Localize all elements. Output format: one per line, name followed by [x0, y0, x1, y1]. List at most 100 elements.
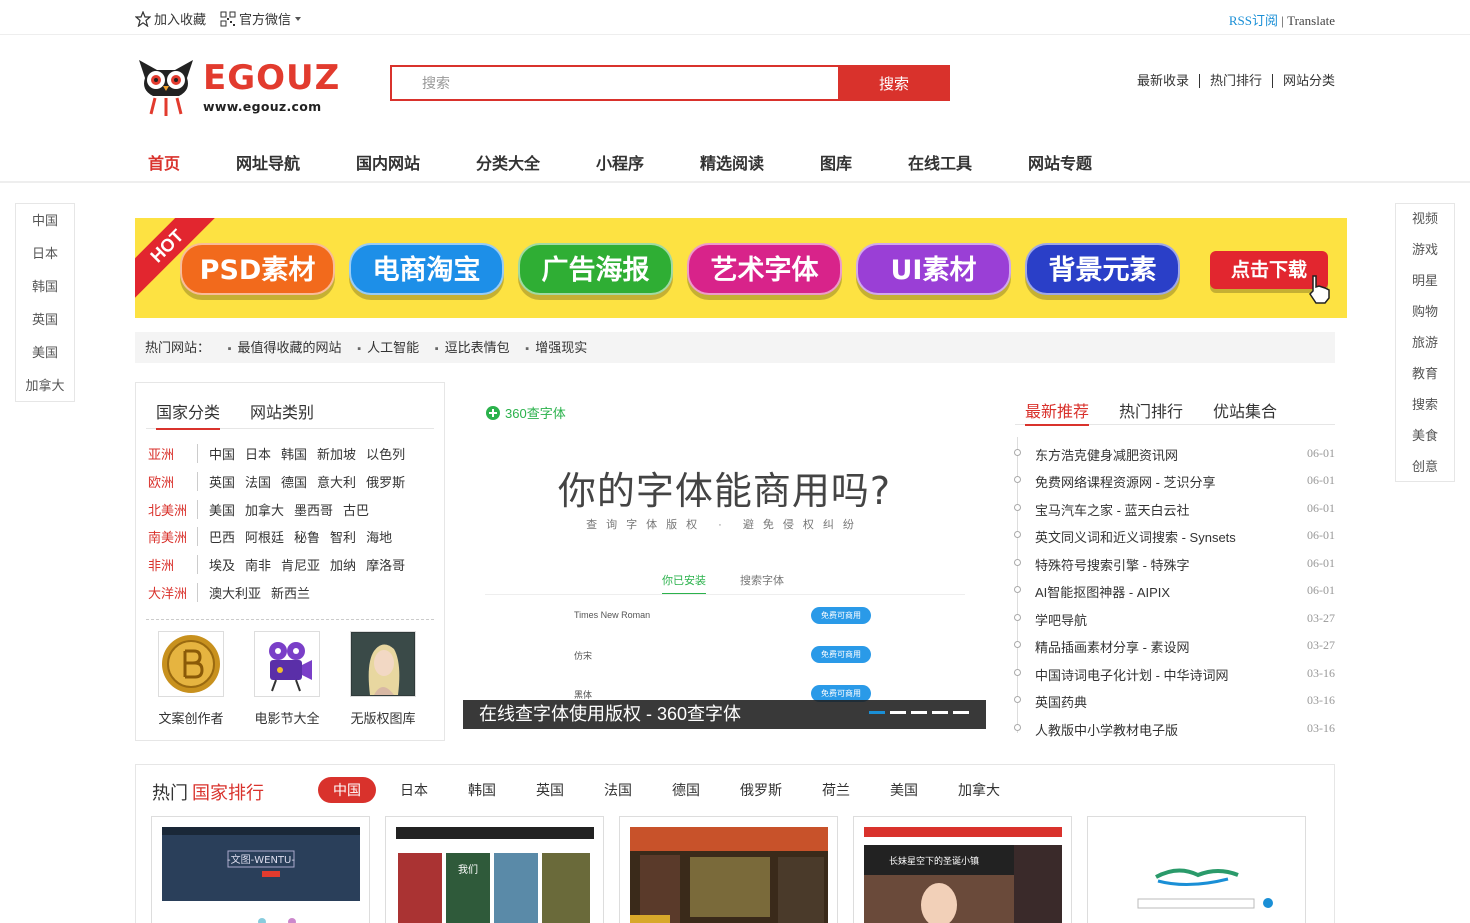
country-link[interactable]: 韩国	[281, 444, 307, 463]
country-link[interactable]: 巴西	[209, 527, 235, 546]
country-link[interactable]: 德国	[281, 472, 307, 491]
nav-tools[interactable]: 在线工具	[908, 150, 972, 174]
country-link[interactable]: 法国	[245, 472, 271, 491]
tab-site-type[interactable]: 网站类别	[250, 399, 314, 430]
side-item-video[interactable]: 视频	[1396, 211, 1454, 242]
recommend-item[interactable]: 学吧导航 03-27	[1014, 609, 1335, 629]
side-item-games[interactable]: 游戏	[1396, 242, 1454, 273]
thumb-film-festival[interactable]: 电影节大全	[252, 631, 322, 727]
hot-site-link[interactable]: 逗比表情包	[445, 340, 510, 355]
tab-country[interactable]: 国家分类	[156, 399, 221, 430]
continent-link[interactable]: 大洋洲	[148, 582, 198, 602]
nav-home[interactable]: 首页	[148, 150, 180, 174]
tab-collection[interactable]: 优站集合	[1213, 398, 1277, 426]
site-card[interactable]: -文图-WENTU-	[151, 816, 370, 923]
slider-dot[interactable]	[911, 711, 927, 714]
banner-pill-ecommerce[interactable]: 电商淘宝	[349, 243, 504, 295]
side-item-search[interactable]: 搜索	[1396, 397, 1454, 428]
country-link[interactable]: 俄罗斯	[366, 472, 405, 491]
nav-directory[interactable]: 网址导航	[236, 150, 300, 174]
side-item-education[interactable]: 教育	[1396, 366, 1454, 397]
side-item-uk[interactable]: 英国	[16, 311, 74, 344]
recommend-title[interactable]: 人教版中小学教材电子版	[1035, 720, 1178, 739]
continent-link[interactable]: 欧洲	[148, 471, 198, 491]
banner-pill-background[interactable]: 背景元素	[1025, 243, 1180, 295]
continent-link[interactable]: 南美洲	[148, 526, 198, 546]
continent-link[interactable]: 北美洲	[148, 499, 198, 519]
recommend-title[interactable]: AI智能抠图神器 - AIPIX	[1035, 582, 1170, 601]
banner-pill-art-font[interactable]: 艺术字体	[687, 243, 842, 295]
side-item-usa[interactable]: 美国	[16, 344, 74, 377]
recommend-item[interactable]: 东方浩克健身减肥资讯网 06-01	[1014, 444, 1335, 464]
add-favorite-link[interactable]: 加入收藏	[135, 9, 206, 28]
side-item-china[interactable]: 中国	[16, 212, 74, 245]
nav-categories[interactable]: 分类大全	[476, 150, 540, 174]
wechat-link[interactable]: 官方微信	[220, 9, 302, 28]
slider-dot[interactable]	[932, 711, 948, 714]
recommend-item[interactable]: 英国药典 03-16	[1014, 691, 1335, 711]
country-link[interactable]: 英国	[209, 472, 235, 491]
country-link[interactable]: 墨西哥	[294, 500, 333, 519]
site-card[interactable]: 我们	[385, 816, 604, 923]
country-link[interactable]: 古巴	[343, 500, 369, 519]
country-link[interactable]: 肯尼亚	[281, 555, 320, 574]
country-link[interactable]: 秘鲁	[294, 527, 320, 546]
recommend-item[interactable]: 宝马汽车之家 - 蓝天白云社 06-01	[1014, 499, 1335, 519]
recommend-item[interactable]: AI智能抠图神器 - AIPIX 06-01	[1014, 581, 1335, 601]
side-item-travel[interactable]: 旅游	[1396, 335, 1454, 366]
site-logo[interactable]: EGOUZ www.egouz.com	[135, 56, 339, 118]
side-item-stars[interactable]: 明星	[1396, 273, 1454, 304]
recommend-item[interactable]: 特殊符号搜索引擎 - 特殊字 06-01	[1014, 554, 1335, 574]
country-link[interactable]: 智利	[330, 527, 356, 546]
translate-link[interactable]: Translate	[1287, 13, 1335, 28]
tab-latest[interactable]: 最新推荐	[1025, 398, 1090, 426]
recommend-title[interactable]: 特殊符号搜索引擎 - 特殊字	[1035, 555, 1190, 574]
rank-tab-germany[interactable]: 德国	[656, 777, 716, 803]
rank-tab-france[interactable]: 法国	[588, 777, 648, 803]
site-category-link[interactable]: 网站分类	[1271, 74, 1335, 88]
country-link[interactable]: 海地	[366, 527, 392, 546]
country-link[interactable]: 阿根廷	[245, 527, 284, 546]
site-card[interactable]	[1087, 816, 1306, 923]
recommend-title[interactable]: 精品插画素材分享 - 素设网	[1035, 637, 1190, 656]
banner-pill-psd[interactable]: PSD素材	[180, 243, 335, 295]
recommend-title[interactable]: 免费网络课程资源网 - 芝识分享	[1035, 472, 1216, 491]
thumb-free-images[interactable]: 无版权图库	[348, 631, 418, 727]
country-link[interactable]: 新西兰	[271, 583, 310, 602]
promo-banner[interactable]: HOT PSD素材 电商淘宝 广告海报 艺术字体 UI素材 背景元素 点击下载	[135, 218, 1347, 318]
side-item-shopping[interactable]: 购物	[1396, 304, 1454, 335]
country-link[interactable]: 中国	[209, 444, 235, 463]
site-card[interactable]: 长妹星空下的圣诞小镇	[853, 816, 1072, 923]
country-link[interactable]: 新加坡	[317, 444, 356, 463]
country-link[interactable]: 日本	[245, 444, 271, 463]
recommend-item[interactable]: 免费网络课程资源网 - 芝识分享 06-01	[1014, 471, 1335, 491]
rank-tab-usa[interactable]: 美国	[874, 777, 934, 803]
recommend-item[interactable]: 中国诗词电子化计划 - 中华诗词网 03-16	[1014, 664, 1335, 684]
continent-link[interactable]: 亚洲	[148, 443, 198, 463]
rank-tab-china[interactable]: 中国	[318, 777, 376, 803]
rank-tab-russia[interactable]: 俄罗斯	[724, 777, 798, 803]
site-card[interactable]	[619, 816, 838, 923]
search-input[interactable]	[390, 65, 838, 101]
slider-dot[interactable]	[890, 711, 906, 714]
search-button[interactable]: 搜索	[838, 65, 950, 101]
country-link[interactable]: 加纳	[330, 555, 356, 574]
recommend-title[interactable]: 东方浩克健身减肥资讯网	[1035, 445, 1178, 464]
rank-tab-korea[interactable]: 韩国	[452, 777, 512, 803]
hot-site-link[interactable]: 人工智能	[367, 340, 419, 355]
nav-topics[interactable]: 网站专题	[1028, 150, 1092, 174]
country-link[interactable]: 南非	[245, 555, 271, 574]
country-link[interactable]: 埃及	[209, 555, 235, 574]
slider-caption[interactable]: 在线查字体使用版权 - 360查字体	[463, 700, 986, 729]
country-link[interactable]: 以色列	[366, 444, 405, 463]
rank-tab-canada[interactable]: 加拿大	[942, 777, 1016, 803]
nav-mini-programs[interactable]: 小程序	[596, 150, 644, 174]
side-item-canada[interactable]: 加拿大	[16, 377, 74, 410]
nav-domestic[interactable]: 国内网站	[356, 150, 420, 174]
rank-tab-netherlands[interactable]: 荷兰	[806, 777, 866, 803]
recommend-title[interactable]: 英文同义词和近义词搜索 - Synsets	[1035, 527, 1236, 546]
continent-link[interactable]: 非洲	[148, 554, 198, 574]
hot-rank-link[interactable]: 热门排行	[1198, 74, 1272, 88]
hot-site-link[interactable]: 增强现实	[535, 340, 587, 355]
banner-pill-ui[interactable]: UI素材	[856, 243, 1011, 295]
